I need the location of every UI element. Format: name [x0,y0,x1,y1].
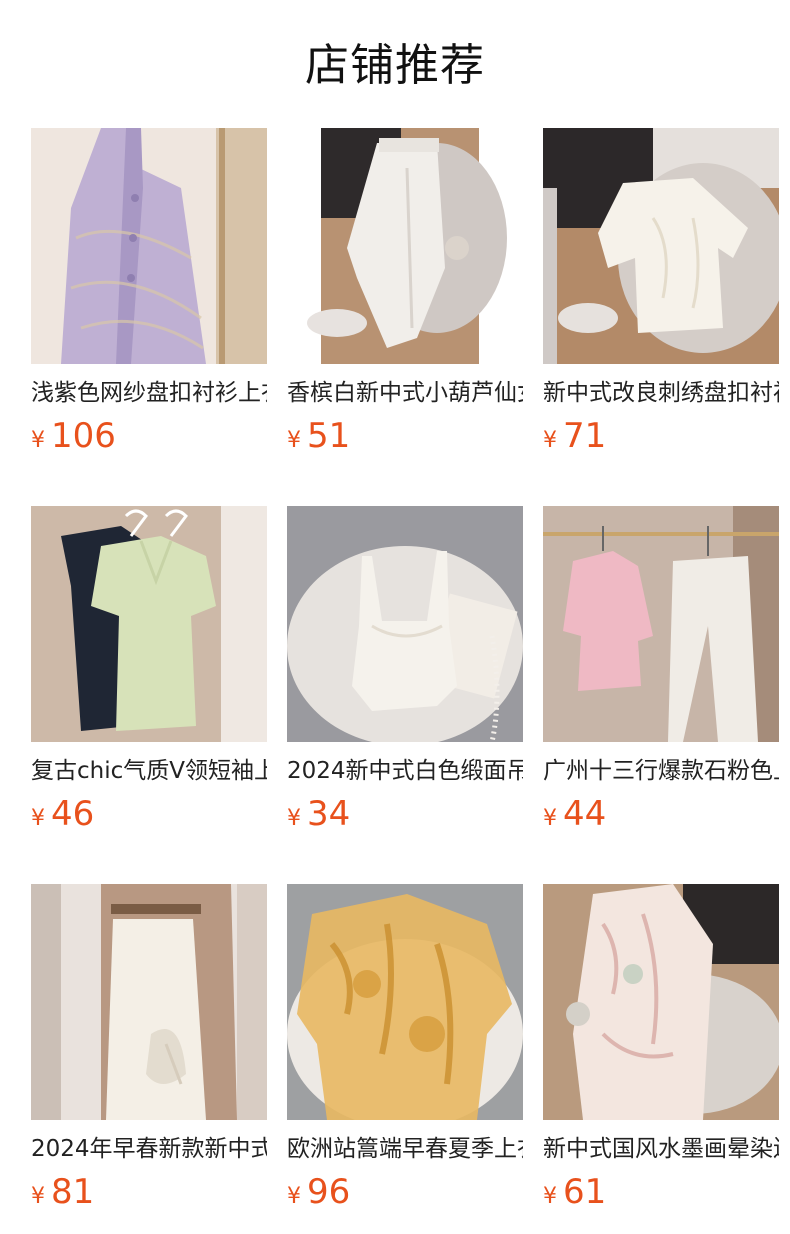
product-price: ¥51 [287,416,523,456]
price-value: 106 [51,416,116,456]
product-name[interactable]: 2024年早春新款新中式半身裙 [31,1134,267,1164]
currency-symbol: ¥ [543,428,557,453]
product-card[interactable]: 2024新中式白色缎面吊带 ¥34 [287,506,523,834]
price-value: 44 [563,794,607,834]
product-price: ¥61 [543,1172,779,1212]
product-card[interactable]: 2024年早春新款新中式半身裙 ¥81 [31,884,267,1212]
product-price: ¥34 [287,794,523,834]
product-image[interactable] [287,884,523,1120]
product-price: ¥71 [543,416,779,456]
price-value: 51 [307,416,351,456]
product-card[interactable]: 欧洲站篙端早春夏季上衣 ¥96 [287,884,523,1212]
product-price: ¥106 [31,416,267,456]
product-name[interactable]: 新中式国风水墨画晕染连衣裙 [543,1134,779,1164]
currency-symbol: ¥ [543,1184,557,1209]
currency-symbol: ¥ [31,428,45,453]
currency-symbol: ¥ [287,806,301,831]
price-value: 34 [307,794,351,834]
product-price: ¥96 [287,1172,523,1212]
product-price: ¥81 [31,1172,267,1212]
product-name[interactable]: 欧洲站篙端早春夏季上衣 [287,1134,523,1164]
product-price: ¥44 [543,794,779,834]
product-card[interactable]: 复古chic气质V领短袖上衣 ¥46 [31,506,267,834]
product-image[interactable] [543,506,779,742]
currency-symbol: ¥ [31,1184,45,1209]
product-name[interactable]: 复古chic气质V领短袖上衣 [31,756,267,786]
price-value: 81 [51,1172,95,1212]
product-image[interactable] [31,506,267,742]
product-card[interactable]: 广州十三行爆款石粉色上衣 ¥44 [543,506,779,834]
price-value: 96 [307,1172,351,1212]
product-price: ¥46 [31,794,267,834]
currency-symbol: ¥ [31,806,45,831]
product-card[interactable]: 新中式改良刺绣盘扣衬衫 ¥71 [543,128,779,456]
product-image[interactable] [287,506,523,742]
price-value: 71 [563,416,607,456]
product-card[interactable]: 浅紫色网纱盘扣衬衫上衣 ¥106 [31,128,267,456]
price-value: 46 [51,794,95,834]
product-name[interactable]: 浅紫色网纱盘扣衬衫上衣 [31,378,267,408]
product-name[interactable]: 2024新中式白色缎面吊带 [287,756,523,786]
product-name[interactable]: 香槟白新中式小葫芦仙女裤 [287,378,523,408]
product-name[interactable]: 新中式改良刺绣盘扣衬衫 [543,378,779,408]
product-image[interactable] [31,128,267,364]
product-image[interactable] [543,884,779,1120]
page-title: 店铺推荐 [305,40,485,91]
currency-symbol: ¥ [543,806,557,831]
product-image[interactable] [287,128,523,364]
currency-symbol: ¥ [287,1184,301,1209]
price-value: 61 [563,1172,607,1212]
product-grid: 浅紫色网纱盘扣衬衫上衣 ¥106 香槟白新中式小葫芦仙女裤 ¥51 [31,128,779,1212]
product-name[interactable]: 广州十三行爆款石粉色上衣 [543,756,779,786]
product-card[interactable]: 新中式国风水墨画晕染连衣裙 ¥61 [543,884,779,1212]
product-image[interactable] [543,128,779,364]
product-card[interactable]: 香槟白新中式小葫芦仙女裤 ¥51 [287,128,523,456]
product-image[interactable] [31,884,267,1120]
currency-symbol: ¥ [287,428,301,453]
